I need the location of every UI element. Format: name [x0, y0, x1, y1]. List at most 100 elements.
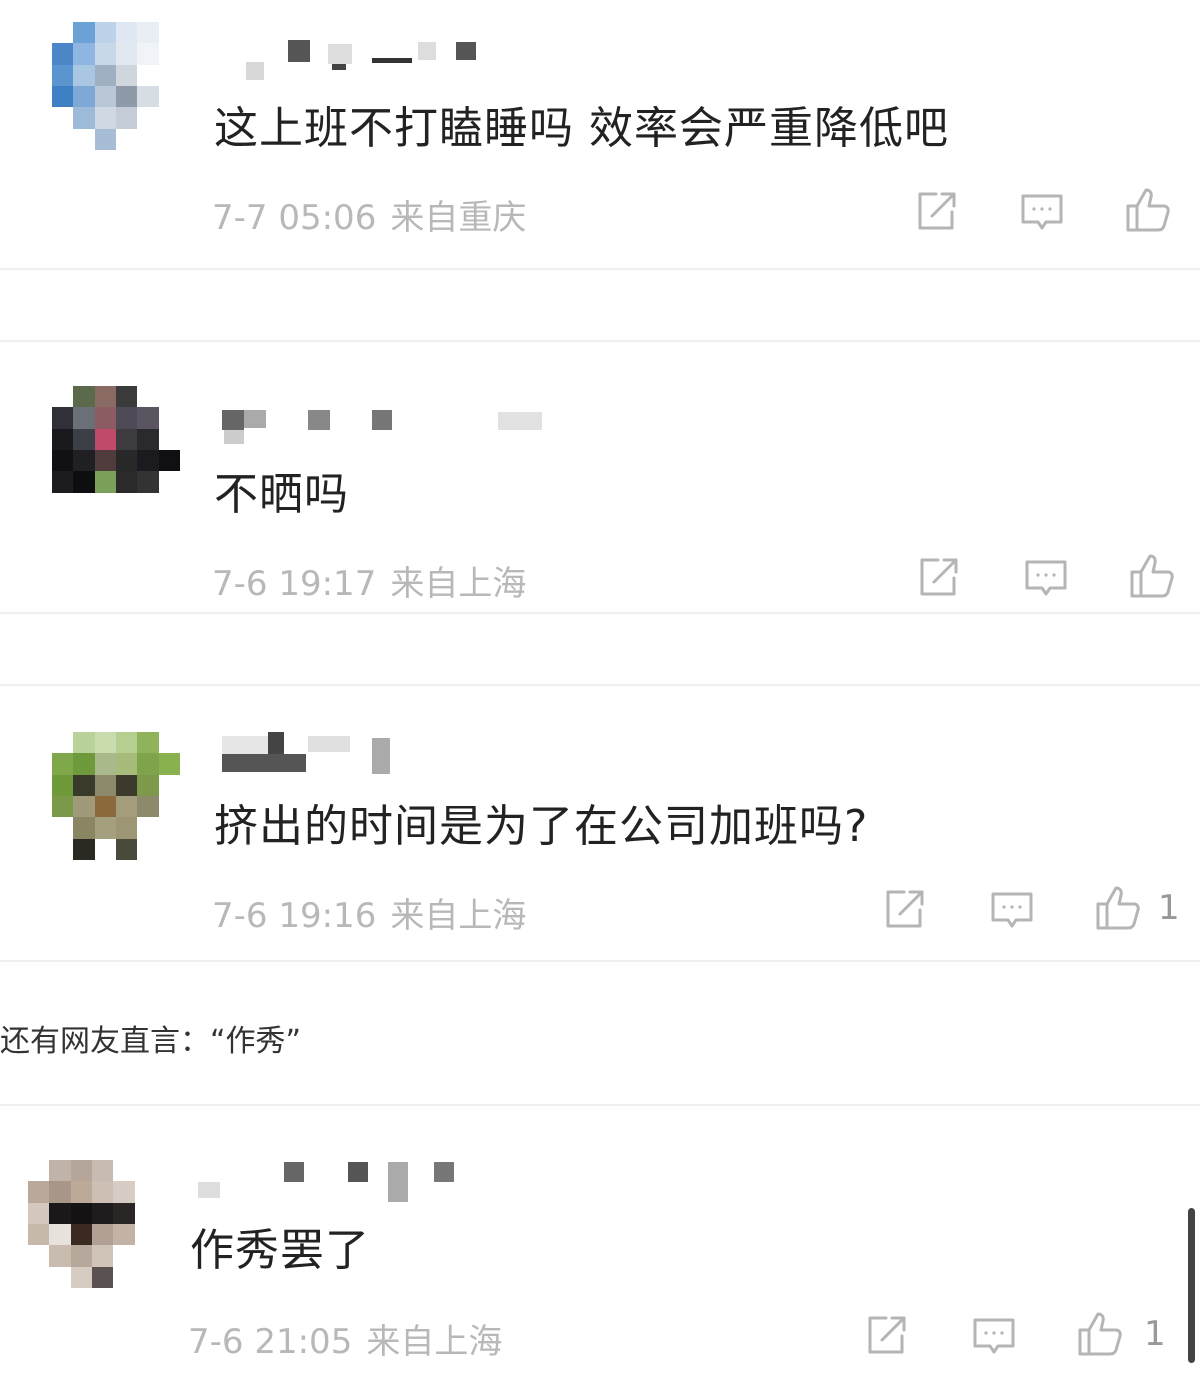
comment-icon[interactable]: [988, 886, 1036, 934]
thumbs-up-icon[interactable]: [1124, 186, 1172, 234]
share-icon[interactable]: [880, 886, 928, 934]
avatar[interactable]: [52, 386, 180, 514]
share-icon[interactable]: [912, 188, 960, 236]
avatar-pixel: [116, 732, 138, 754]
avatar-pixel: [94, 43, 116, 65]
avatar-pixel: [73, 428, 95, 450]
comment-card: 不晒吗 7-6 19:17 来自上海: [0, 340, 1200, 614]
avatar-pixel: [116, 796, 138, 818]
avatar-pixel: [137, 22, 159, 44]
avatar-pixel: [137, 753, 159, 775]
avatar-pixel: [158, 492, 180, 514]
avatar-pixel: [28, 1245, 50, 1267]
avatar-pixel: [158, 753, 180, 775]
avatar-pixel: [70, 1202, 92, 1224]
avatar-pixel: [137, 407, 159, 429]
avatar-pixel: [92, 1266, 114, 1288]
avatar-pixel: [70, 1181, 92, 1203]
comment-icon[interactable]: [1018, 188, 1066, 236]
username-blurred[interactable]: [240, 38, 480, 80]
avatar-pixel: [52, 796, 74, 818]
avatar-pixel: [52, 86, 74, 108]
avatar-pixel: [52, 838, 74, 860]
avatar-pixel: [52, 450, 74, 472]
avatar-pixel: [28, 1181, 50, 1203]
avatar-pixel: [52, 774, 74, 796]
thumbs-up-icon[interactable]: [1076, 1310, 1124, 1358]
avatar-pixel: [94, 450, 116, 472]
avatar-pixel: [28, 1202, 50, 1224]
avatar-pixel: [49, 1202, 71, 1224]
avatar-pixel: [137, 492, 159, 514]
avatar-pixel: [52, 43, 74, 65]
avatar-pixel: [113, 1266, 135, 1288]
avatar-pixel: [52, 107, 74, 129]
avatar-pixel: [28, 1160, 50, 1182]
avatar[interactable]: [52, 732, 180, 860]
avatar-pixel: [134, 1202, 156, 1224]
comment-text: 挤出的时间是为了在公司加班吗?: [214, 801, 869, 852]
scrollbar[interactable]: [1188, 1208, 1195, 1363]
avatar-pixel: [94, 86, 116, 108]
avatar-pixel: [94, 817, 116, 839]
avatar-pixel: [116, 774, 138, 796]
avatar-pixel: [73, 838, 95, 860]
avatar-pixel: [73, 22, 95, 44]
avatar-pixel: [73, 471, 95, 493]
avatar-pixel: [113, 1224, 135, 1246]
username-blurred[interactable]: [222, 408, 552, 448]
avatar-pixel: [52, 386, 74, 408]
avatar-pixel: [70, 1160, 92, 1182]
avatar-pixel: [94, 753, 116, 775]
avatar-pixel: [116, 817, 138, 839]
comment-icon[interactable]: [1022, 554, 1070, 602]
avatar-pixel: [158, 450, 180, 472]
avatar-pixel: [73, 796, 95, 818]
avatar-pixel: [134, 1224, 156, 1246]
thumbs-up-icon[interactable]: [1128, 552, 1176, 600]
avatar-pixel: [158, 407, 180, 429]
thumbs-up-icon[interactable]: [1094, 884, 1142, 932]
comment-location: 来自上海: [390, 564, 527, 604]
avatar-pixel: [52, 732, 74, 754]
article-caption: 还有网友直言：“作秀”: [0, 1024, 302, 1059]
avatar-pixel: [73, 128, 95, 150]
avatar-pixel: [49, 1181, 71, 1203]
avatar-pixel: [52, 471, 74, 493]
avatar-pixel: [73, 407, 95, 429]
comment-meta: 7-6 19:17 来自上海: [212, 556, 526, 605]
comment-time: 7-7 05:06: [212, 198, 377, 238]
avatar-pixel: [137, 86, 159, 108]
avatar-pixel: [137, 471, 159, 493]
avatar-pixel: [113, 1181, 135, 1203]
avatar-pixel: [70, 1266, 92, 1288]
avatar-pixel: [158, 817, 180, 839]
avatar-pixel: [113, 1160, 135, 1182]
username-blurred[interactable]: [222, 732, 402, 774]
avatar-pixel: [94, 22, 116, 44]
avatar-pixel: [73, 107, 95, 129]
avatar-pixel: [116, 22, 138, 44]
avatar[interactable]: [52, 22, 180, 150]
avatar-pixel: [137, 386, 159, 408]
avatar-pixel: [94, 128, 116, 150]
like-count: 1: [1144, 1314, 1166, 1354]
share-icon[interactable]: [914, 554, 962, 602]
avatar-pixel: [52, 753, 74, 775]
comment-meta: 7-7 05:06 来自重庆: [212, 190, 526, 239]
avatar[interactable]: [28, 1160, 156, 1288]
avatar-pixel: [73, 753, 95, 775]
avatar-pixel: [73, 43, 95, 65]
avatar-pixel: [52, 407, 74, 429]
comment-text: 这上班不打瞌睡吗 效率会严重降低吧: [214, 103, 949, 154]
avatar-pixel: [52, 492, 74, 514]
username-blurred[interactable]: [198, 1160, 468, 1202]
avatar-pixel: [158, 732, 180, 754]
avatar-pixel: [116, 43, 138, 65]
comment-icon[interactable]: [970, 1312, 1018, 1360]
avatar-pixel: [116, 386, 138, 408]
avatar-pixel: [94, 386, 116, 408]
comment-card: 作秀罢了 7-6 21:05 来自上海 1: [0, 1104, 1200, 1387]
avatar-pixel: [92, 1224, 114, 1246]
share-icon[interactable]: [862, 1312, 910, 1360]
